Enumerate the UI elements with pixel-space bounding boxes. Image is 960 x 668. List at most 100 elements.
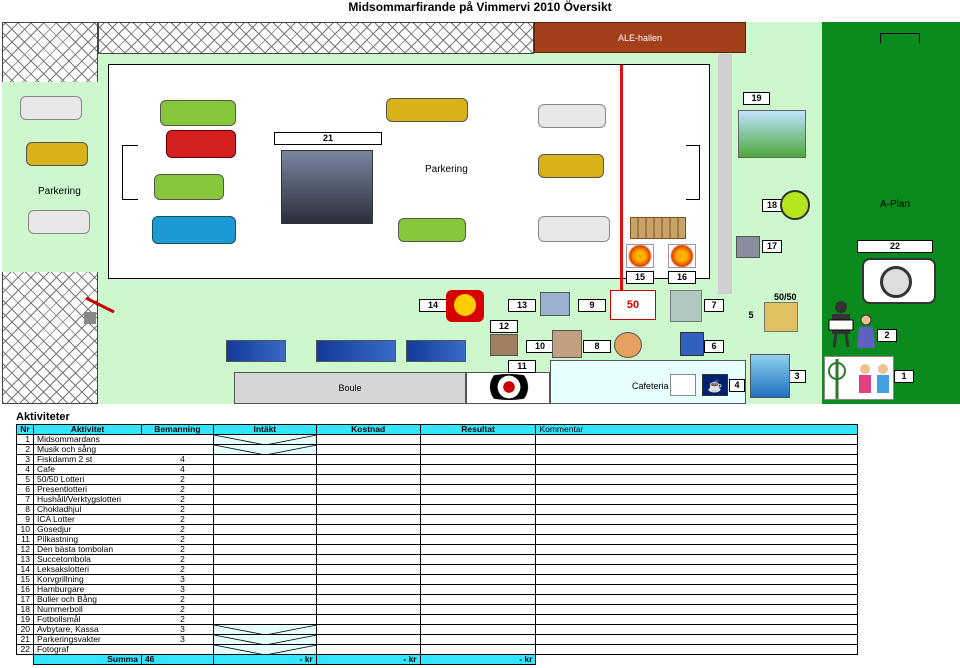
gloves-photo <box>764 302 798 332</box>
row-resultat <box>419 434 537 445</box>
cross-mark <box>213 435 317 445</box>
flag-photo <box>316 340 396 362</box>
grill-icon <box>668 244 696 268</box>
soft-toys-photo <box>552 330 582 358</box>
a-plan-label: A-Plan <box>880 199 911 210</box>
row-kommentar <box>535 484 858 495</box>
row-kostnad <box>315 454 421 465</box>
row-activity: Hushåll/Verktygslotteri <box>32 494 142 505</box>
row-kommentar <box>535 454 858 465</box>
row-activity: ICA Lotter <box>32 514 142 525</box>
table-row: 14 Leksakslotteri 2 <box>16 564 858 575</box>
row-kostnad <box>315 534 421 545</box>
row-nr: 5 <box>16 474 34 485</box>
coffee-cup-icon: ☕ <box>702 374 728 396</box>
car-icon <box>538 154 604 178</box>
row-activity: Pilkastning <box>32 534 142 545</box>
dartboard-icon <box>474 374 544 400</box>
sum-kostnad: - kr <box>315 654 421 665</box>
row-kostnad <box>315 474 421 485</box>
row-kostnad <box>315 444 421 455</box>
flag-photo <box>226 340 286 362</box>
row-kostnad <box>315 624 421 635</box>
row-kostnad <box>315 524 421 535</box>
car-icon <box>154 174 224 200</box>
row-nr: 13 <box>16 554 34 565</box>
row-nr: 10 <box>16 524 34 535</box>
row-staff: 4 <box>141 464 214 475</box>
barrier-icon <box>82 292 118 326</box>
row-nr: 12 <box>16 544 34 555</box>
row-kommentar <box>535 624 858 635</box>
col-header: Nr <box>16 424 34 435</box>
row-activity: Gosedjur <box>32 524 142 535</box>
ale-hallen: ALE-hallen <box>534 22 746 53</box>
football-goal-photo <box>738 110 806 158</box>
box-22: 22 <box>857 240 933 253</box>
row-intakt <box>212 494 317 505</box>
table-row: 9 ICA Lotter 2 <box>16 514 858 525</box>
sum-kommentar <box>535 654 858 665</box>
row-nr: 19 <box>16 614 34 625</box>
box-18: 18 <box>762 199 782 212</box>
row-intakt <box>212 604 317 615</box>
row-intakt <box>212 644 317 655</box>
row-intakt <box>212 594 317 605</box>
row-staff: 2 <box>141 604 214 615</box>
row-kommentar <box>535 444 858 455</box>
cafeteria-label: Cafeteria <box>632 381 669 391</box>
row-activity: 50/50 Lotteri <box>32 474 142 485</box>
row-intakt <box>212 464 317 475</box>
hatched-area-top <box>98 22 534 54</box>
box-9: 9 <box>578 299 606 312</box>
row-intakt <box>212 444 317 455</box>
row-kostnad <box>315 504 421 515</box>
row-kostnad <box>315 544 421 555</box>
table-row: 4 Cafe 4 <box>16 464 858 475</box>
row-activity: Fotbollsmål <box>32 614 142 625</box>
row-kommentar <box>535 614 858 625</box>
cross-mark <box>213 445 317 455</box>
row-kostnad <box>315 634 421 645</box>
table-row: 16 Hamburgare 3 <box>16 584 858 595</box>
row-nr: 14 <box>16 564 34 575</box>
row-activity: Buller och Bång <box>32 594 142 605</box>
col-header: Aktivitet <box>32 424 142 435</box>
row-intakt <box>212 544 317 555</box>
col-header: Intäkt <box>212 424 317 435</box>
row-activity: Hamburgare <box>32 584 142 595</box>
row-activity: Cafe <box>32 464 142 475</box>
row-activity: Fiskdamm 2 st <box>32 454 142 465</box>
row-activity: Midsommardans <box>32 434 142 445</box>
row-kostnad <box>315 514 421 525</box>
box-5: 5 <box>748 310 754 320</box>
row-nr: 4 <box>16 464 34 475</box>
chocolate-wheel-icon <box>614 332 642 358</box>
row-staff: 4 <box>141 454 214 465</box>
cross-mark <box>213 625 317 635</box>
sum-resultat: - kr <box>419 654 537 665</box>
row-kostnad <box>315 554 421 565</box>
row-staff: 2 <box>141 554 214 565</box>
box-21: 21 <box>274 132 382 145</box>
row-nr: 3 <box>16 454 34 465</box>
box-4: 4 <box>729 379 745 392</box>
row-staff <box>141 434 214 445</box>
table-row: 7 Hushåll/Verktygslotteri 2 <box>16 494 858 505</box>
box-10: 10 <box>526 340 554 353</box>
cross-mark <box>213 635 317 645</box>
row-staff: 2 <box>141 544 214 555</box>
row-intakt <box>212 434 317 445</box>
row-kommentar <box>535 534 858 545</box>
box-11: 11 <box>508 360 536 373</box>
box-12: 12 <box>490 320 518 333</box>
row-resultat <box>419 474 537 485</box>
box-7: 7 <box>704 299 724 312</box>
row-activity: Fotograf <box>32 644 142 655</box>
row-kostnad <box>315 434 421 445</box>
row-kommentar <box>535 544 858 555</box>
site-map: ALE-hallen Parkering Parkering A-Plan Bo… <box>0 22 960 404</box>
table-row: 22 Fotograf <box>16 644 858 655</box>
row-kostnad <box>315 584 421 595</box>
soft-toys-photo <box>490 334 518 356</box>
